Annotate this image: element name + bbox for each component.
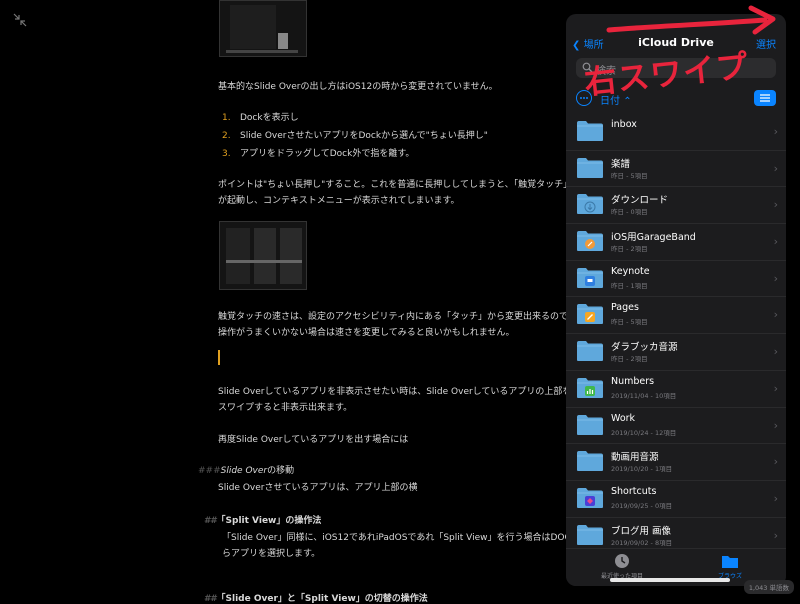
paragraph: ポイントは"ちょい長押し"すること。これを普通に長押ししてしまうと、「触覚タッチ… — [218, 180, 573, 190]
chevron-right-icon: › — [773, 308, 778, 322]
heading-2: ##「Slide Over」と「Split View」の切替の操作法 — [204, 594, 428, 604]
chevron-right-icon: › — [773, 455, 778, 469]
paragraph: 触覚タッチの速さは、設定のアクセシビリティ内にある「タッチ」から変更出来るので — [218, 312, 569, 322]
keynote-folder-icon — [577, 267, 603, 288]
list-item: 3. アプリをドラッグしてDock外で指を離す。 — [222, 149, 415, 159]
annotation-arrow-right-icon — [606, 5, 776, 35]
file-meta: 昨日 - 5項目 — [611, 318, 648, 327]
screenshot-thumbnail — [219, 221, 307, 290]
file-meta: 昨日 - 0項目 — [611, 208, 648, 217]
file-meta: 2019/10/20 - 1項目 — [611, 465, 673, 474]
folder-icon — [577, 157, 603, 178]
chevron-right-icon: › — [773, 125, 778, 138]
chevron-right-icon: › — [773, 271, 778, 285]
paragraph: らアプリを選択します。 — [222, 549, 321, 559]
file-name: Shortcuts — [611, 485, 657, 497]
folder-icon — [577, 341, 603, 362]
paragraph: 基本的なSlide Overの出し方はiOS12の時から変更されていません。 — [218, 82, 498, 92]
list-item[interactable]: inbox › — [566, 114, 786, 151]
chevron-right-icon: › — [773, 418, 778, 432]
list-item[interactable]: Keynote 昨日 - 1項目 › — [566, 261, 786, 298]
file-name: Keynote — [611, 265, 650, 277]
file-meta: 2019/10/24 - 12項目 — [611, 428, 677, 437]
text-cursor — [218, 350, 220, 365]
file-meta: 2019/09/02 - 8項目 — [611, 538, 673, 547]
chevron-right-icon: › — [773, 345, 778, 359]
collapse-icon[interactable] — [12, 12, 28, 28]
chevron-right-icon: › — [773, 381, 778, 395]
home-indicator[interactable] — [610, 578, 730, 582]
file-name: Numbers — [611, 375, 655, 387]
folder-icon — [577, 524, 603, 545]
chevron-right-icon: › — [773, 528, 778, 542]
folder-icon — [722, 556, 738, 568]
heading-3: ###Slide Overの移動 — [198, 466, 295, 476]
file-name: ダウンロード — [611, 195, 669, 207]
chevron-right-icon: › — [773, 198, 778, 212]
file-name: Pages — [611, 302, 639, 314]
paragraph: 操作がうまくいかない場合は速さを変更してみると良いかもしれません。 — [218, 328, 515, 338]
paragraph: Slide Overさせているアプリは、アプリ上部の横 — [218, 483, 418, 493]
list-item[interactable]: Work 2019/10/24 - 12項目 › — [566, 408, 786, 445]
list-item[interactable]: Numbers 2019/11/04 - 10項目 › — [566, 371, 786, 408]
list-item[interactable]: Pages 昨日 - 5項目 › — [566, 297, 786, 335]
list-item[interactable]: ダウンロード 昨日 - 0項目 › — [566, 187, 786, 225]
shortcuts-folder-icon — [577, 487, 603, 508]
folder-icon — [577, 451, 603, 472]
pages-folder-icon — [577, 304, 603, 325]
list-item[interactable]: Shortcuts 2019/09/25 - 0項目 › — [566, 481, 786, 518]
file-meta: 昨日 - 2項目 — [611, 245, 648, 254]
list-view-icon[interactable] — [754, 90, 776, 106]
paragraph: スワイプすると非表示出来ます。 — [218, 403, 353, 413]
file-meta: 昨日 - 1項目 — [611, 281, 648, 290]
folder-icon — [577, 414, 603, 435]
paragraph: 再度Slide Overしているアプリを出す場合には — [218, 435, 409, 445]
numbers-folder-icon — [577, 377, 603, 398]
folder-icon — [577, 121, 603, 141]
list-item[interactable]: 楽譜 昨日 - 5項目 › — [566, 151, 786, 188]
screenshot-thumbnail — [219, 0, 307, 57]
heading-2: ##「Split View」の操作法 — [204, 516, 322, 526]
chevron-right-icon: › — [773, 235, 778, 249]
tab-recent[interactable]: 最近使った項目 — [592, 553, 652, 580]
list-item[interactable]: iOS用GarageBand 昨日 - 2項目 › — [566, 224, 786, 261]
file-name: ダラブッカ音源 — [611, 342, 678, 354]
word-count-badge: 1,043 単語数 — [743, 580, 794, 594]
file-meta: 2019/11/04 - 10項目 — [611, 391, 677, 400]
garageband-folder-icon — [577, 231, 603, 252]
chevron-right-icon: › — [773, 491, 778, 505]
file-meta: 昨日 - 5項目 — [611, 171, 648, 180]
paragraph: Slide Overしているアプリを非表示させたい時は、Slide Overして… — [218, 387, 572, 397]
paragraph: が起動し、コンテキストメニューが表示されてしまいます。 — [218, 196, 460, 206]
list-item: 1. Dockを表示し — [222, 113, 299, 123]
file-name: iOS用GarageBand — [611, 232, 696, 244]
chevron-right-icon: › — [773, 161, 778, 175]
file-name: inbox — [611, 119, 637, 130]
file-list: inbox › 楽譜 昨日 - 5項目 › ダウンロード 昨日 - 0項目 › iOS用Gara… — [566, 114, 786, 555]
file-name: Work — [611, 412, 636, 424]
list-item[interactable]: ダラブッカ音源 昨日 - 2項目 › — [566, 334, 786, 371]
tab-browse[interactable]: ブラウズ — [700, 553, 760, 580]
paragraph: 「Slide Over」同様に、iOS12であれiPadOSであれ「Split … — [222, 533, 571, 543]
list-item: 2. Slide OverさせたいアプリをDockから選んで"ちょい長押し" — [222, 131, 488, 141]
file-meta: 2019/09/25 - 0項目 — [611, 501, 673, 510]
file-name: 動画用音源 — [611, 452, 659, 464]
file-name: 楽譜 — [611, 158, 631, 170]
download-folder-icon — [577, 194, 603, 215]
clock-icon — [615, 554, 629, 568]
file-meta: 昨日 - 2項目 — [611, 355, 648, 364]
file-name: ブログ用 画像 — [611, 525, 672, 537]
list-item[interactable]: 動画用音源 2019/10/20 - 1項目 › — [566, 444, 786, 481]
